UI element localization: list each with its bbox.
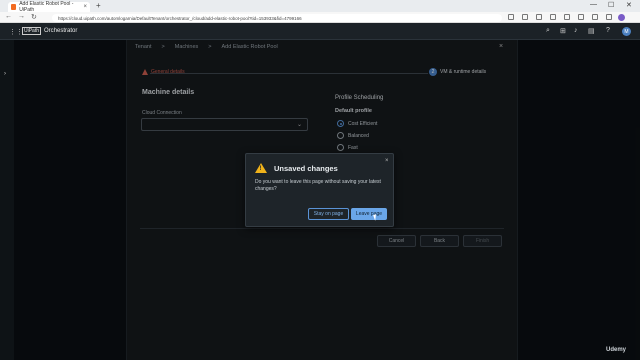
add-icon[interactable]: ⊞ — [560, 27, 566, 35]
tab-close-icon[interactable]: × — [83, 4, 87, 10]
dialog-close-icon[interactable]: × — [385, 158, 389, 164]
leave-page-button[interactable]: Leave page — [351, 208, 387, 220]
minimize-button[interactable]: — — [590, 1, 597, 8]
search-icon[interactable]: ⌕ — [546, 27, 550, 35]
expand-nav-chevron-icon[interactable]: › — [4, 71, 6, 77]
back-arrow-icon[interactable]: ← — [5, 13, 12, 20]
new-tab-button[interactable]: + — [96, 1, 101, 10]
app-header: ⋮⋮ UiPath Orchestrator ⌕ ⊞ ♪ ▤ ? M — [0, 23, 640, 40]
split-screen-icon[interactable] — [550, 14, 556, 20]
help-icon[interactable]: ? — [606, 27, 610, 34]
url-text: https://cloud.uipath.com/automlogarnia/D… — [58, 15, 302, 21]
favorites-icon[interactable] — [522, 14, 528, 20]
url-input[interactable]: https://cloud.uipath.com/automlogarnia/D… — [52, 14, 502, 22]
notifications-bell-icon[interactable]: ♪ — [574, 27, 578, 34]
reload-icon[interactable]: ↻ — [31, 13, 37, 21]
app-launcher-grid-icon[interactable]: ⋮⋮ — [9, 28, 23, 36]
user-avatar[interactable]: M — [622, 27, 631, 36]
browser-profile-avatar[interactable] — [618, 14, 625, 21]
share-icon[interactable] — [592, 14, 598, 20]
browser-tab[interactable]: Add Elastic Robot Pool - UiPath × — [8, 1, 90, 13]
unsaved-changes-dialog: ! Unsaved changes × Do you want to leave… — [245, 153, 394, 227]
product-name: Orchestrator — [44, 28, 78, 34]
uipath-favicon-icon — [11, 4, 17, 10]
address-bar-row: ← → ↻ https://cloud.uipath.com/automloga… — [0, 12, 640, 23]
browser-tab-bar: Add Elastic Robot Pool - UiPath × + — ☐ … — [0, 0, 640, 13]
maximize-button[interactable]: ☐ — [608, 1, 614, 9]
extensions-icon[interactable] — [536, 14, 542, 20]
dialog-message: Do you want to leave this page without s… — [255, 179, 381, 192]
more-menu-icon[interactable] — [606, 14, 612, 20]
logo-mark: UiPath — [22, 27, 42, 35]
browser-essentials-icon[interactable] — [578, 14, 584, 20]
uipath-logo[interactable]: UiPath Orchestrator — [22, 27, 77, 35]
stay-on-page-button[interactable]: Stay on page — [308, 208, 349, 220]
left-navigation — [0, 40, 14, 360]
document-icon[interactable]: ▤ — [588, 27, 595, 35]
forward-arrow-icon[interactable]: → — [18, 13, 25, 20]
udemy-watermark: Udemy — [606, 347, 627, 353]
warning-exclamation-icon: ! — [259, 166, 262, 172]
dialog-title: Unsaved changes — [274, 164, 338, 173]
collections-icon[interactable] — [564, 14, 570, 20]
close-window-button[interactable]: ✕ — [626, 1, 632, 9]
read-aloud-icon[interactable] — [508, 14, 514, 20]
